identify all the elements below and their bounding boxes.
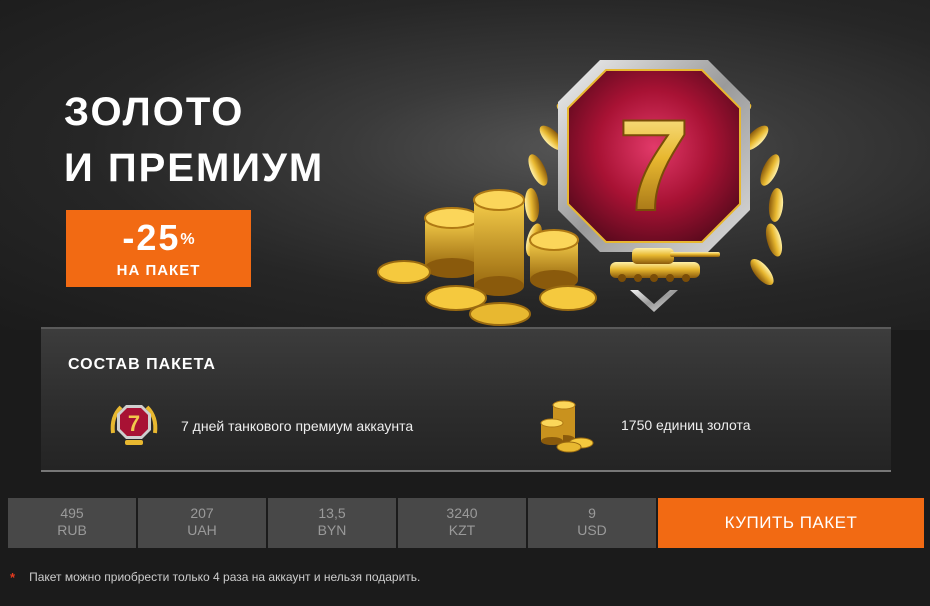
package-item-premium: 7 7 дней танкового премиум аккаунта xyxy=(107,399,413,453)
discount-percent-sign: % xyxy=(180,231,195,248)
price-amount: 207 xyxy=(190,505,214,521)
price-currency: USD xyxy=(577,522,607,538)
discount-value: -25% xyxy=(66,218,251,258)
price-amount: 13,5 xyxy=(318,505,346,521)
premium-badge-small-number: 7 xyxy=(128,411,140,436)
price-amount: 495 xyxy=(60,505,84,521)
premium-7-days-icon: 7 xyxy=(110,405,158,445)
hero-title-line-2: И ПРЕМИУМ xyxy=(64,146,325,190)
tank-icon xyxy=(610,248,720,282)
package-contents-panel: СОСТАВ ПАКЕТА 7 7 дней танкового премиум… xyxy=(41,327,891,470)
hero-banner: ЗОЛОТО И ПРЕМИУМ -25% НА ПАКЕТ 7 xyxy=(0,0,930,330)
section-divider xyxy=(41,470,891,472)
price-amount: 3240 xyxy=(446,505,478,521)
price-usd[interactable]: 9 USD xyxy=(528,498,656,548)
footnote: * Пакет можно приобрести только 4 раза н… xyxy=(10,570,420,585)
buy-package-button[interactable]: КУПИТЬ ПАКЕТ xyxy=(658,498,924,548)
price-currency: KZT xyxy=(448,522,476,538)
hero-title-line-1: ЗОЛОТО xyxy=(64,90,245,134)
gold-coins-icon xyxy=(540,400,594,453)
premium-gold-illustration: 7 xyxy=(377,60,784,326)
discount-amount: -25 xyxy=(122,217,181,258)
footnote-text: Пакет можно приобрести только 4 раза на … xyxy=(29,570,421,584)
package-item-gold-label: 1750 единиц золота xyxy=(621,417,751,433)
price-currency: BYN xyxy=(317,522,347,538)
discount-subtitle: НА ПАКЕТ xyxy=(116,262,201,279)
package-title: СОСТАВ ПАКЕТА xyxy=(68,356,216,373)
price-amount: 9 xyxy=(588,505,596,521)
footnote-marker: * xyxy=(10,570,16,585)
price-uah[interactable]: 207 UAH xyxy=(138,498,266,548)
discount-badge: -25% НА ПАКЕТ xyxy=(66,210,251,287)
hero-title: ЗОЛОТО И ПРЕМИУМ xyxy=(64,84,324,196)
package-item-premium-label: 7 дней танкового премиум аккаунта xyxy=(181,418,414,434)
premium-badge-number: 7 xyxy=(618,92,690,238)
price-rub[interactable]: 495 RUB xyxy=(8,498,136,548)
price-currency: RUB xyxy=(57,522,87,538)
package-item-gold: 1750 единиц золота xyxy=(535,397,751,453)
price-byn[interactable]: 13,5 BYN xyxy=(268,498,396,548)
price-currency: UAH xyxy=(187,522,217,538)
price-kzt[interactable]: 3240 KZT xyxy=(398,498,526,548)
price-options: 495 RUB 207 UAH 13,5 BYN 3240 KZT 9 USD xyxy=(8,498,656,548)
